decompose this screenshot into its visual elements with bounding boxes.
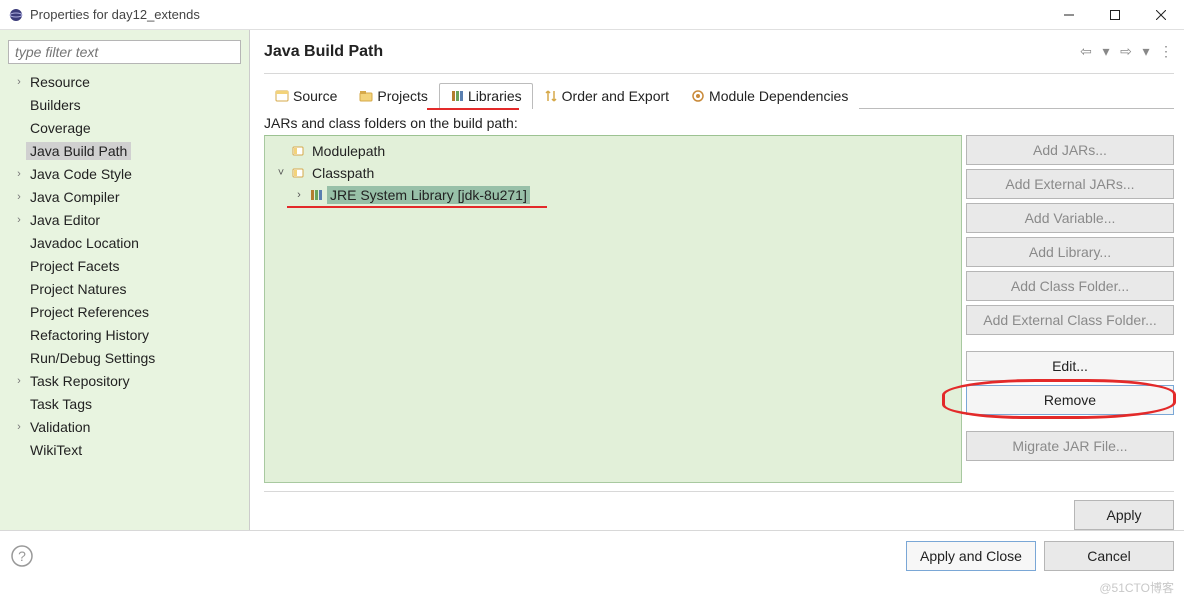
libraries-description: JARs and class folders on the build path… bbox=[264, 109, 1174, 135]
category-label: Java Code Style bbox=[26, 165, 136, 183]
back-menu-icon[interactable]: ▾ bbox=[1098, 43, 1114, 60]
modulepath-icon bbox=[291, 144, 305, 158]
category-resource[interactable]: ›Resource bbox=[4, 70, 245, 93]
category-label: Project Facets bbox=[26, 257, 123, 275]
filter-input[interactable] bbox=[9, 41, 240, 63]
eclipse-app-icon bbox=[8, 7, 24, 23]
library-icon bbox=[309, 188, 323, 202]
category-label: Task Repository bbox=[26, 372, 134, 390]
category-java-editor[interactable]: ›Java Editor bbox=[4, 208, 245, 231]
category-coverage[interactable]: Coverage bbox=[4, 116, 245, 139]
chevron-down-icon[interactable]: ˅ bbox=[275, 167, 287, 179]
chevron-right-icon: › bbox=[12, 191, 26, 203]
category-task-repository[interactable]: ›Task Repository bbox=[4, 369, 245, 392]
chevron-right-icon: › bbox=[12, 76, 26, 88]
category-tree[interactable]: ›ResourceBuildersCoverageJava Build Path… bbox=[0, 70, 249, 461]
back-icon[interactable]: ⇦ bbox=[1078, 43, 1094, 60]
chevron-right-icon[interactable]: › bbox=[293, 189, 305, 201]
source-icon bbox=[275, 89, 289, 103]
edit-button[interactable]: Edit... bbox=[966, 351, 1174, 381]
category-label: Resource bbox=[26, 73, 94, 91]
classpath-node[interactable]: ˅ Classpath bbox=[265, 162, 961, 184]
view-menu-icon[interactable] bbox=[1158, 43, 1174, 60]
category-validation[interactable]: ›Validation bbox=[4, 415, 245, 438]
category-wikitext[interactable]: WikiText bbox=[4, 438, 245, 461]
chevron-right-icon: › bbox=[12, 375, 26, 387]
category-project-facets[interactable]: Project Facets bbox=[4, 254, 245, 277]
category-project-natures[interactable]: Project Natures bbox=[4, 277, 245, 300]
add-class-folder-button[interactable]: Add Class Folder... bbox=[966, 271, 1174, 301]
tab-order[interactable]: Order and Export bbox=[533, 83, 680, 109]
tab-label: Module Dependencies bbox=[709, 88, 848, 104]
maximize-button[interactable] bbox=[1092, 0, 1138, 30]
forward-menu-icon[interactable]: ▾ bbox=[1138, 43, 1154, 60]
add-jars-button[interactable]: Add JARs... bbox=[966, 135, 1174, 165]
add-external-jars-button[interactable]: Add External JARs... bbox=[966, 169, 1174, 199]
category-label: Java Build Path bbox=[26, 142, 131, 160]
category-label: Java Editor bbox=[26, 211, 104, 229]
apply-button[interactable]: Apply bbox=[1074, 500, 1174, 530]
category-task-tags[interactable]: Task Tags bbox=[4, 392, 245, 415]
tab-projects[interactable]: Projects bbox=[348, 83, 439, 109]
tab-module[interactable]: Module Dependencies bbox=[680, 83, 859, 109]
tab-label: Projects bbox=[377, 88, 428, 104]
jre-system-library-node[interactable]: › JRE System Library [jdk-8u271] bbox=[265, 184, 961, 206]
category-builders[interactable]: Builders bbox=[4, 93, 245, 116]
category-label: Project References bbox=[26, 303, 153, 321]
libraries-icon bbox=[450, 89, 464, 103]
chevron-right-icon: › bbox=[12, 214, 26, 226]
tab-source[interactable]: Source bbox=[264, 83, 348, 109]
cancel-button[interactable]: Cancel bbox=[1044, 541, 1174, 571]
category-java-build-path[interactable]: Java Build Path bbox=[4, 139, 245, 162]
category-label: Refactoring History bbox=[26, 326, 153, 344]
window-title: Properties for day12_extends bbox=[30, 7, 1046, 22]
chevron-right-icon: › bbox=[12, 421, 26, 433]
category-label: Validation bbox=[26, 418, 94, 436]
module-icon bbox=[691, 89, 705, 103]
category-label: WikiText bbox=[26, 441, 86, 459]
category-label: Project Natures bbox=[26, 280, 130, 298]
category-refactoring-history[interactable]: Refactoring History bbox=[4, 323, 245, 346]
tab-label: Libraries bbox=[468, 88, 522, 104]
filter-input-wrapper bbox=[8, 40, 241, 64]
add-external-class-folder-button[interactable]: Add External Class Folder... bbox=[966, 305, 1174, 335]
page-toolbar: ⇦ ▾ ⇨ ▾ bbox=[1078, 43, 1174, 60]
category-label: Coverage bbox=[26, 119, 95, 137]
tab-label: Source bbox=[293, 88, 337, 104]
chevron-right-icon: › bbox=[12, 168, 26, 180]
migrate-jar-button[interactable]: Migrate JAR File... bbox=[966, 431, 1174, 461]
help-icon[interactable]: ? bbox=[10, 544, 34, 568]
close-button[interactable] bbox=[1138, 0, 1184, 30]
tab-bar: Source Projects Libraries Order and Export M… bbox=[264, 82, 1174, 109]
add-library-button[interactable]: Add Library... bbox=[966, 237, 1174, 267]
category-label: Run/Debug Settings bbox=[26, 349, 159, 367]
category-project-references[interactable]: Project References bbox=[4, 300, 245, 323]
forward-icon[interactable]: ⇨ bbox=[1118, 43, 1134, 60]
category-java-code-style[interactable]: ›Java Code Style bbox=[4, 162, 245, 185]
order-icon bbox=[544, 89, 558, 103]
category-label: Java Compiler bbox=[26, 188, 123, 206]
tab-label: Order and Export bbox=[562, 88, 669, 104]
category-run-debug-settings[interactable]: Run/Debug Settings bbox=[4, 346, 245, 369]
category-label: Task Tags bbox=[26, 395, 96, 413]
watermark: @51CTO博客 bbox=[1099, 579, 1174, 596]
apply-and-close-button[interactable]: Apply and Close bbox=[906, 541, 1036, 571]
page-title: Java Build Path bbox=[264, 43, 1078, 61]
category-javadoc-location[interactable]: Javadoc Location bbox=[4, 231, 245, 254]
projects-icon bbox=[359, 89, 373, 103]
category-java-compiler[interactable]: ›Java Compiler bbox=[4, 185, 245, 208]
tab-libraries[interactable]: Libraries bbox=[439, 83, 533, 109]
modulepath-node[interactable]: Modulepath bbox=[265, 140, 961, 162]
libraries-tree[interactable]: Modulepath ˅ Classpath › JRE System Libr… bbox=[264, 135, 962, 483]
classpath-icon bbox=[291, 166, 305, 180]
add-variable-button[interactable]: Add Variable... bbox=[966, 203, 1174, 233]
remove-button[interactable]: Remove bbox=[966, 385, 1174, 415]
category-label: Javadoc Location bbox=[26, 234, 143, 252]
category-label: Builders bbox=[26, 96, 85, 114]
minimize-button[interactable] bbox=[1046, 0, 1092, 30]
svg-text:?: ? bbox=[18, 548, 26, 564]
